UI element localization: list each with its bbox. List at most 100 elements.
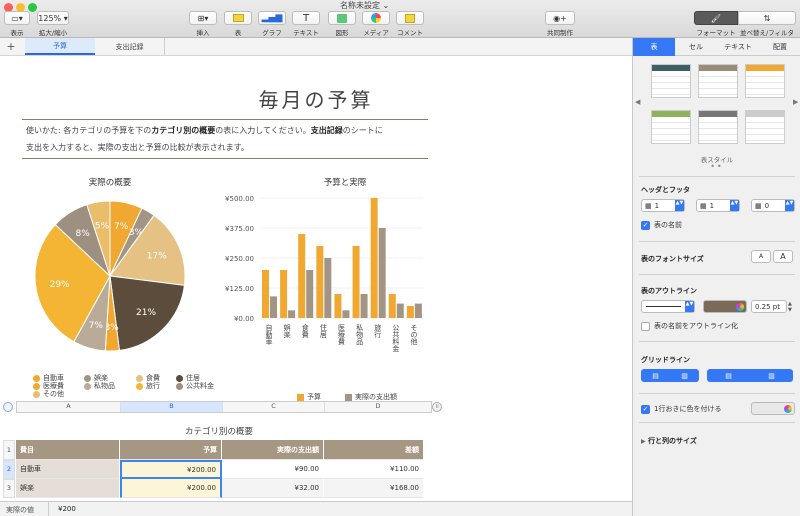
shape-label: 図形: [335, 29, 349, 37]
table-button[interactable]: [224, 11, 252, 25]
chart-button[interactable]: ▂▄▆: [258, 11, 286, 25]
add-sheet-button[interactable]: +: [0, 38, 22, 55]
table-cell[interactable]: ¥110.00: [324, 460, 424, 479]
desc-bold-1: カテゴリ別の概要: [151, 126, 216, 135]
outline-style-select[interactable]: ▲▼: [641, 300, 695, 313]
row-number[interactable]: 2: [3, 460, 15, 479]
zoom-window-button[interactable]: [28, 3, 37, 12]
x-tick-label: 旅行: [374, 323, 382, 339]
font-smaller-button[interactable]: A: [751, 250, 771, 263]
row-number[interactable]: 1: [3, 440, 15, 460]
table-select-handle[interactable]: [3, 402, 13, 412]
header-cols-stepper[interactable]: ▦ 1 ▲▼: [696, 199, 740, 212]
collaborate-button[interactable]: ◉+: [545, 11, 575, 25]
tab-expense-log[interactable]: 支出記録: [95, 38, 165, 55]
shape-button[interactable]: [328, 11, 356, 25]
gridline-icon: ▥: [681, 371, 688, 380]
shape-icon: [337, 13, 347, 23]
media-icon: [371, 13, 381, 23]
header-cols-icon: ▦: [700, 201, 707, 210]
page-dots[interactable]: ••: [633, 162, 800, 171]
format-label: フォーマット: [696, 29, 736, 37]
bar: [406, 306, 414, 318]
font-larger-button[interactable]: A: [773, 250, 793, 263]
header-rows-icon: ▦: [645, 201, 652, 210]
table-cell[interactable]: ¥168.00: [324, 479, 424, 498]
legend-item: 私物品: [84, 381, 115, 391]
column-header-a[interactable]: A: [17, 402, 121, 412]
insert-label: 挿入: [196, 29, 210, 37]
tab-text[interactable]: テキスト: [717, 38, 759, 56]
table-cell[interactable]: ¥32.00: [222, 479, 324, 498]
tab-budget[interactable]: 予算: [25, 38, 95, 55]
style-next-arrow[interactable]: ▶: [793, 98, 798, 106]
bar: [414, 303, 422, 318]
format-button[interactable]: 🖌: [694, 11, 738, 25]
table-style-swatch[interactable]: [745, 110, 785, 144]
gridlines-horizontal-button[interactable]: ▤ ▥: [641, 369, 699, 382]
alternate-rows-checkbox[interactable]: ✓ 1行おきに色を付ける: [641, 404, 721, 414]
column-header-d[interactable]: D: [325, 402, 431, 412]
outline-width-field[interactable]: 0.25 pt: [751, 300, 787, 313]
table-name-checkbox[interactable]: ✓ 表の名前: [641, 220, 682, 230]
comment-button[interactable]: [396, 11, 424, 25]
pie-slice-label: 5%: [95, 222, 110, 232]
bar: [288, 310, 296, 318]
pie-chart[interactable]: 7%3%17%21%3%7%29%8%5%: [30, 196, 190, 356]
add-column-handle[interactable]: ॥: [432, 402, 442, 412]
comment-icon: [405, 13, 415, 23]
bar: [334, 294, 342, 318]
tab-arrange[interactable]: 配置: [759, 38, 800, 56]
table-cell[interactable]: 自動車: [16, 460, 120, 479]
alternate-color-well[interactable]: [751, 402, 795, 415]
comment-label: コメント: [397, 29, 423, 37]
zoom-select[interactable]: 125% ▾: [37, 11, 69, 25]
column-header-c[interactable]: C: [223, 402, 325, 412]
column-header-b[interactable]: B: [121, 402, 223, 412]
table-style-swatch[interactable]: [651, 64, 691, 98]
style-prev-arrow[interactable]: ◀: [635, 98, 640, 106]
view-label: 表示: [10, 29, 24, 37]
bar-chart[interactable]: ¥500.00 ¥375.00 ¥250.00 ¥125.00 ¥0.00 自動車 娯楽 食費…: [205, 186, 430, 381]
table-cell[interactable]: ¥200.00: [120, 479, 222, 498]
zoom-value: 125%: [38, 13, 62, 23]
table-style-swatch[interactable]: [745, 64, 785, 98]
table-title: カテゴリ別の概要: [184, 427, 253, 437]
table-cell[interactable]: 娯楽: [16, 479, 120, 498]
text-button[interactable]: T: [292, 11, 320, 25]
outline-width-stepper-icon[interactable]: ▲ ▼: [788, 301, 792, 313]
header-rows-stepper[interactable]: ▦ 1 ▲▼: [641, 199, 685, 212]
y-tick-label: ¥375.00: [225, 225, 254, 233]
table-style-swatch[interactable]: [698, 110, 738, 144]
gridlines-vertical-button[interactable]: ▤ ▥: [707, 369, 793, 382]
row-column-size-disclosure[interactable]: ▶ 行と列のサイズ: [641, 436, 697, 446]
gridline-icon: ▤: [652, 371, 659, 380]
pie-chart-title: 実際の概要: [88, 178, 132, 188]
table-header-cell[interactable]: 予算: [120, 440, 222, 460]
footer-rows-icon: ▦: [755, 201, 762, 210]
table-header-cell[interactable]: 費目: [16, 440, 120, 460]
text-icon: T: [302, 12, 310, 24]
table-cell-selected[interactable]: ¥200.00: [120, 460, 222, 479]
bar: [396, 303, 404, 318]
outline-name-checkbox[interactable]: 表の名前をアウトライン化: [641, 321, 738, 331]
media-button[interactable]: [362, 11, 390, 25]
color-wheel-icon: [736, 302, 744, 311]
insert-button[interactable]: ⊞▾: [189, 11, 217, 25]
tab-cell[interactable]: セル: [675, 38, 717, 56]
legend-item: その他: [33, 389, 64, 399]
outline-color-well[interactable]: [703, 300, 747, 313]
sort-filter-button[interactable]: ⇅: [738, 11, 796, 25]
row-number[interactable]: 3: [3, 479, 15, 498]
table-cell[interactable]: ¥90.00: [222, 460, 324, 479]
footer-rows-stepper[interactable]: ▦ 0 ▲▼: [751, 199, 795, 212]
text-label: テキスト: [293, 29, 319, 37]
table-style-swatch[interactable]: [698, 64, 738, 98]
view-button[interactable]: ▭▾: [4, 11, 30, 25]
table-header-cell[interactable]: 差額: [324, 440, 424, 460]
tab-table[interactable]: 表: [633, 38, 675, 56]
status-value: ¥200: [58, 505, 76, 513]
y-tick-label: ¥500.00: [225, 195, 254, 203]
table-style-swatch[interactable]: [651, 110, 691, 144]
table-header-cell[interactable]: 実際の支出額: [222, 440, 324, 460]
